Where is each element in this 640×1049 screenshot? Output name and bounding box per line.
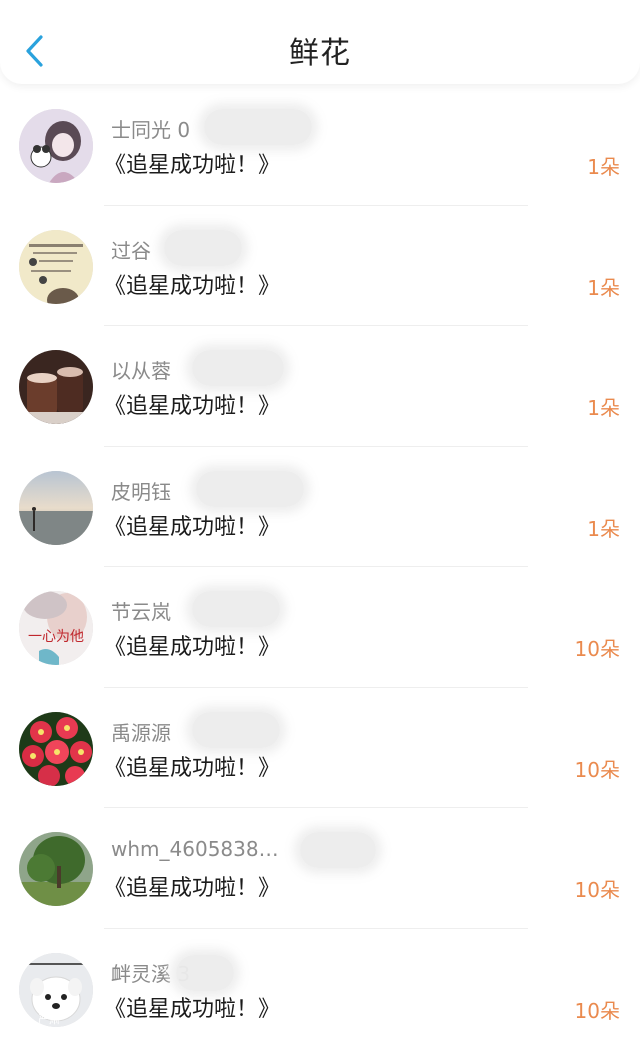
sender-name: 过谷 bbox=[111, 235, 151, 264]
flower-count: 1朵 bbox=[587, 151, 620, 180]
avatar-caption: 一心为他 bbox=[28, 629, 84, 645]
redaction-mark bbox=[196, 471, 304, 507]
redaction-mark bbox=[176, 955, 234, 991]
list-item[interactable]: 过谷 《追星成功啦！》 1朵 bbox=[0, 206, 640, 327]
redaction-mark bbox=[192, 712, 280, 748]
avatar[interactable] bbox=[19, 230, 93, 304]
gift-message: 《追星成功啦！》 bbox=[104, 991, 280, 1023]
gift-message: 《追星成功啦！》 bbox=[104, 268, 280, 300]
flower-count: 10朵 bbox=[575, 874, 620, 903]
page-title: 鲜花 bbox=[0, 28, 640, 72]
avatar[interactable] bbox=[19, 471, 93, 545]
gift-message: 《追星成功啦！》 bbox=[104, 750, 280, 782]
avatar-caption: 严肃 bbox=[38, 1013, 60, 1026]
gift-message: 《追星成功啦！》 bbox=[104, 509, 280, 541]
gift-message: 《追星成功啦！》 bbox=[104, 629, 280, 661]
list-item[interactable]: 皮明钰 《追星成功啦！》 1朵 bbox=[0, 447, 640, 568]
sender-name: whm_4605838… bbox=[111, 837, 279, 861]
gift-message: 《追星成功啦！》 bbox=[104, 870, 280, 902]
avatar[interactable]: 一心为他 bbox=[19, 591, 93, 665]
sender-name: 以从蓉 bbox=[111, 355, 171, 384]
redaction-mark bbox=[164, 230, 242, 266]
flower-count: 1朵 bbox=[587, 272, 620, 301]
sender-name: 士同光 0 bbox=[111, 114, 190, 143]
sender-name: 禹源源 bbox=[111, 717, 171, 746]
flower-count: 10朵 bbox=[575, 995, 620, 1024]
list-item[interactable]: 严肃 衅灵溪 3 《追星成功啦！》 10朵 bbox=[0, 929, 640, 1049]
flower-count: 10朵 bbox=[575, 754, 620, 783]
flower-count: 10朵 bbox=[575, 633, 620, 662]
redaction-mark bbox=[192, 591, 280, 627]
avatar[interactable] bbox=[19, 350, 93, 424]
flower-count: 1朵 bbox=[587, 392, 620, 421]
sender-name: 皮明钰 bbox=[111, 476, 171, 505]
list-item[interactable]: 一心为他 节云岚 《追星成功啦！》 10朵 bbox=[0, 567, 640, 688]
avatar[interactable] bbox=[19, 712, 93, 786]
list-item[interactable]: 士同光 0 《追星成功啦！》 1朵 bbox=[0, 85, 640, 206]
redaction-mark bbox=[192, 350, 284, 386]
flower-gift-list: 士同光 0 《追星成功啦！》 1朵 过谷 《追星成功啦！》 1朵 bbox=[0, 85, 640, 1049]
avatar[interactable]: 严肃 bbox=[19, 953, 93, 1027]
gift-message: 《追星成功啦！》 bbox=[104, 147, 280, 179]
header-bar: 鲜花 bbox=[0, 0, 640, 84]
sender-name: 节云岚 bbox=[111, 596, 171, 625]
list-item[interactable]: 以从蓉 《追星成功啦！》 1朵 bbox=[0, 326, 640, 447]
redaction-mark bbox=[204, 109, 312, 145]
flower-count: 1朵 bbox=[587, 513, 620, 542]
list-item[interactable]: 禹源源 《追星成功啦！》 10朵 bbox=[0, 688, 640, 809]
avatar[interactable] bbox=[19, 109, 93, 183]
list-item[interactable]: whm_4605838… 《追星成功啦！》 10朵 bbox=[0, 808, 640, 929]
redaction-mark bbox=[300, 832, 376, 868]
avatar[interactable] bbox=[19, 832, 93, 906]
gift-message: 《追星成功啦！》 bbox=[104, 388, 280, 420]
